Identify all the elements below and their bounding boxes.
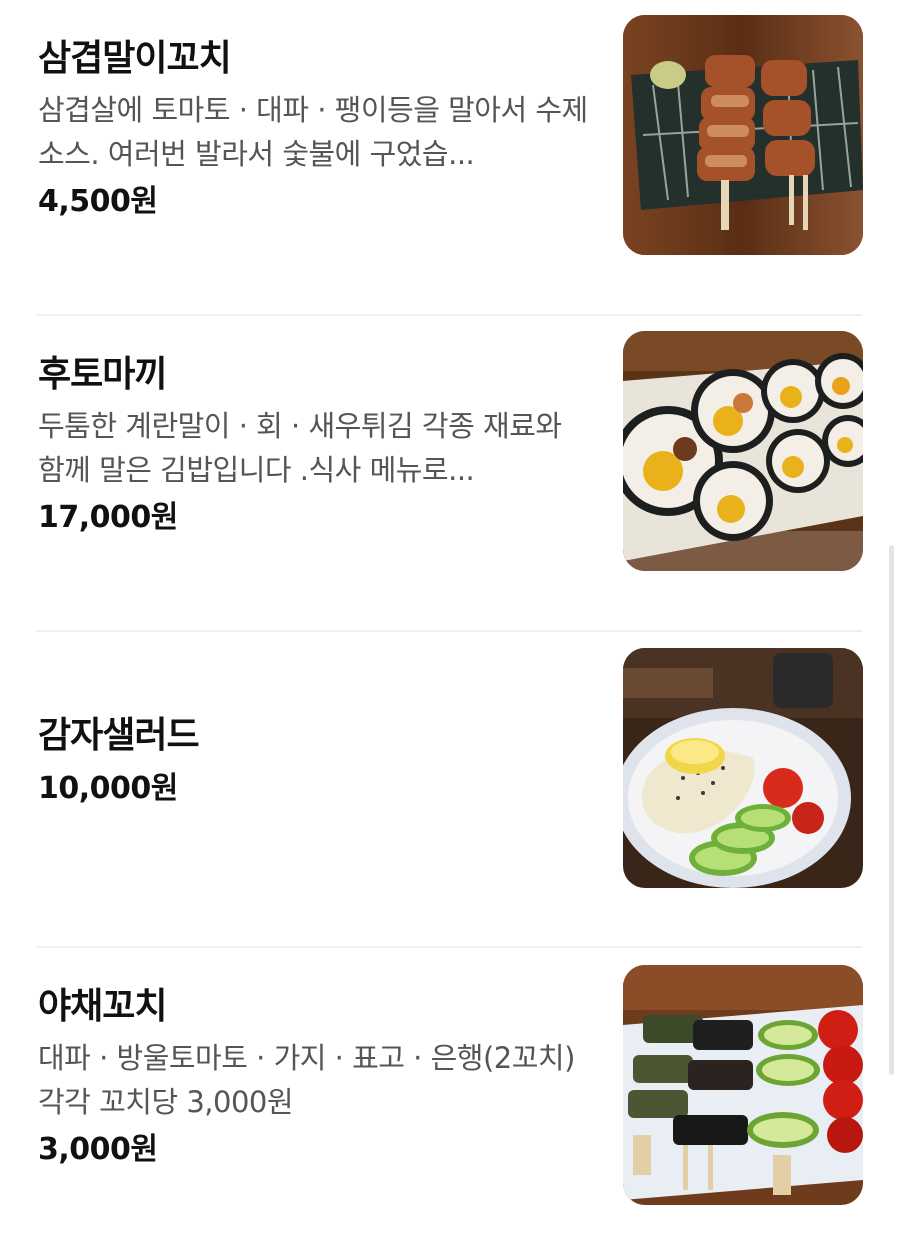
menu-item-name: 후토마끼 — [38, 354, 167, 395]
menu-item-price: 3,000원 — [38, 1132, 158, 1167]
pork-belly-skewer-photo[interactable] — [623, 15, 863, 255]
scrollbar[interactable] — [889, 545, 894, 1075]
menu-item-description: 삼겹살에 토마토 · 대파 · 팽이등을 말아서 수제소스. 여러번 발라서 숯… — [38, 93, 588, 171]
menu-item-potato-salad[interactable]: 감자샐러드 10,000원 — [0, 632, 900, 948]
menu-item-text: 후토마끼 두툼한 계란말이 · 회 · 새우튀김 각종 재료와 함께 말은 김밥… — [38, 346, 594, 546]
menu-item-price: 17,000원 — [38, 500, 178, 535]
menu-item-name: 야채꼬치 — [38, 986, 167, 1027]
menu-item-price: 4,500원 — [38, 184, 158, 219]
futomaki-roll-photo[interactable] — [623, 331, 863, 571]
menu-item-price: 10,000원 — [38, 771, 178, 806]
menu-item-name: 삼겹말이꼬치 — [38, 38, 232, 79]
menu-item-text: 삼겹말이꼬치 삼겹살에 토마토 · 대파 · 팽이등을 말아서 수제소스. 여러… — [38, 30, 594, 230]
menu-item-description: 대파 · 방울토마토 · 가지 · 표고 · 은행(2꼬치) 각각 꼬치당 3,… — [38, 1041, 575, 1119]
menu-item-text: 감자샐러드 10,000원 — [38, 712, 594, 812]
menu-item-description: 두툼한 계란말이 · 회 · 새우튀김 각종 재료와 함께 말은 김밥입니다 .… — [38, 409, 562, 487]
potato-salad-photo[interactable] — [623, 648, 863, 888]
menu-item-vegetable-skewer[interactable]: 야채꼬치 대파 · 방울토마토 · 가지 · 표고 · 은행(2꼬치) 각각 꼬… — [0, 948, 900, 1255]
menu-list: 삼겹말이꼬치 삼겹살에 토마토 · 대파 · 팽이등을 말아서 수제소스. 여러… — [0, 0, 900, 1255]
menu-item-pork-belly-skewer[interactable]: 삼겹말이꼬치 삼겹살에 토마토 · 대파 · 팽이등을 말아서 수제소스. 여러… — [0, 0, 900, 316]
vegetable-skewer-photo[interactable] — [623, 965, 863, 1205]
menu-item-name: 감자샐러드 — [38, 715, 200, 756]
menu-item-futomaki[interactable]: 후토마끼 두툼한 계란말이 · 회 · 새우튀김 각종 재료와 함께 말은 김밥… — [0, 316, 900, 632]
menu-item-text: 야채꼬치 대파 · 방울토마토 · 가지 · 표고 · 은행(2꼬치) 각각 꼬… — [38, 978, 594, 1178]
